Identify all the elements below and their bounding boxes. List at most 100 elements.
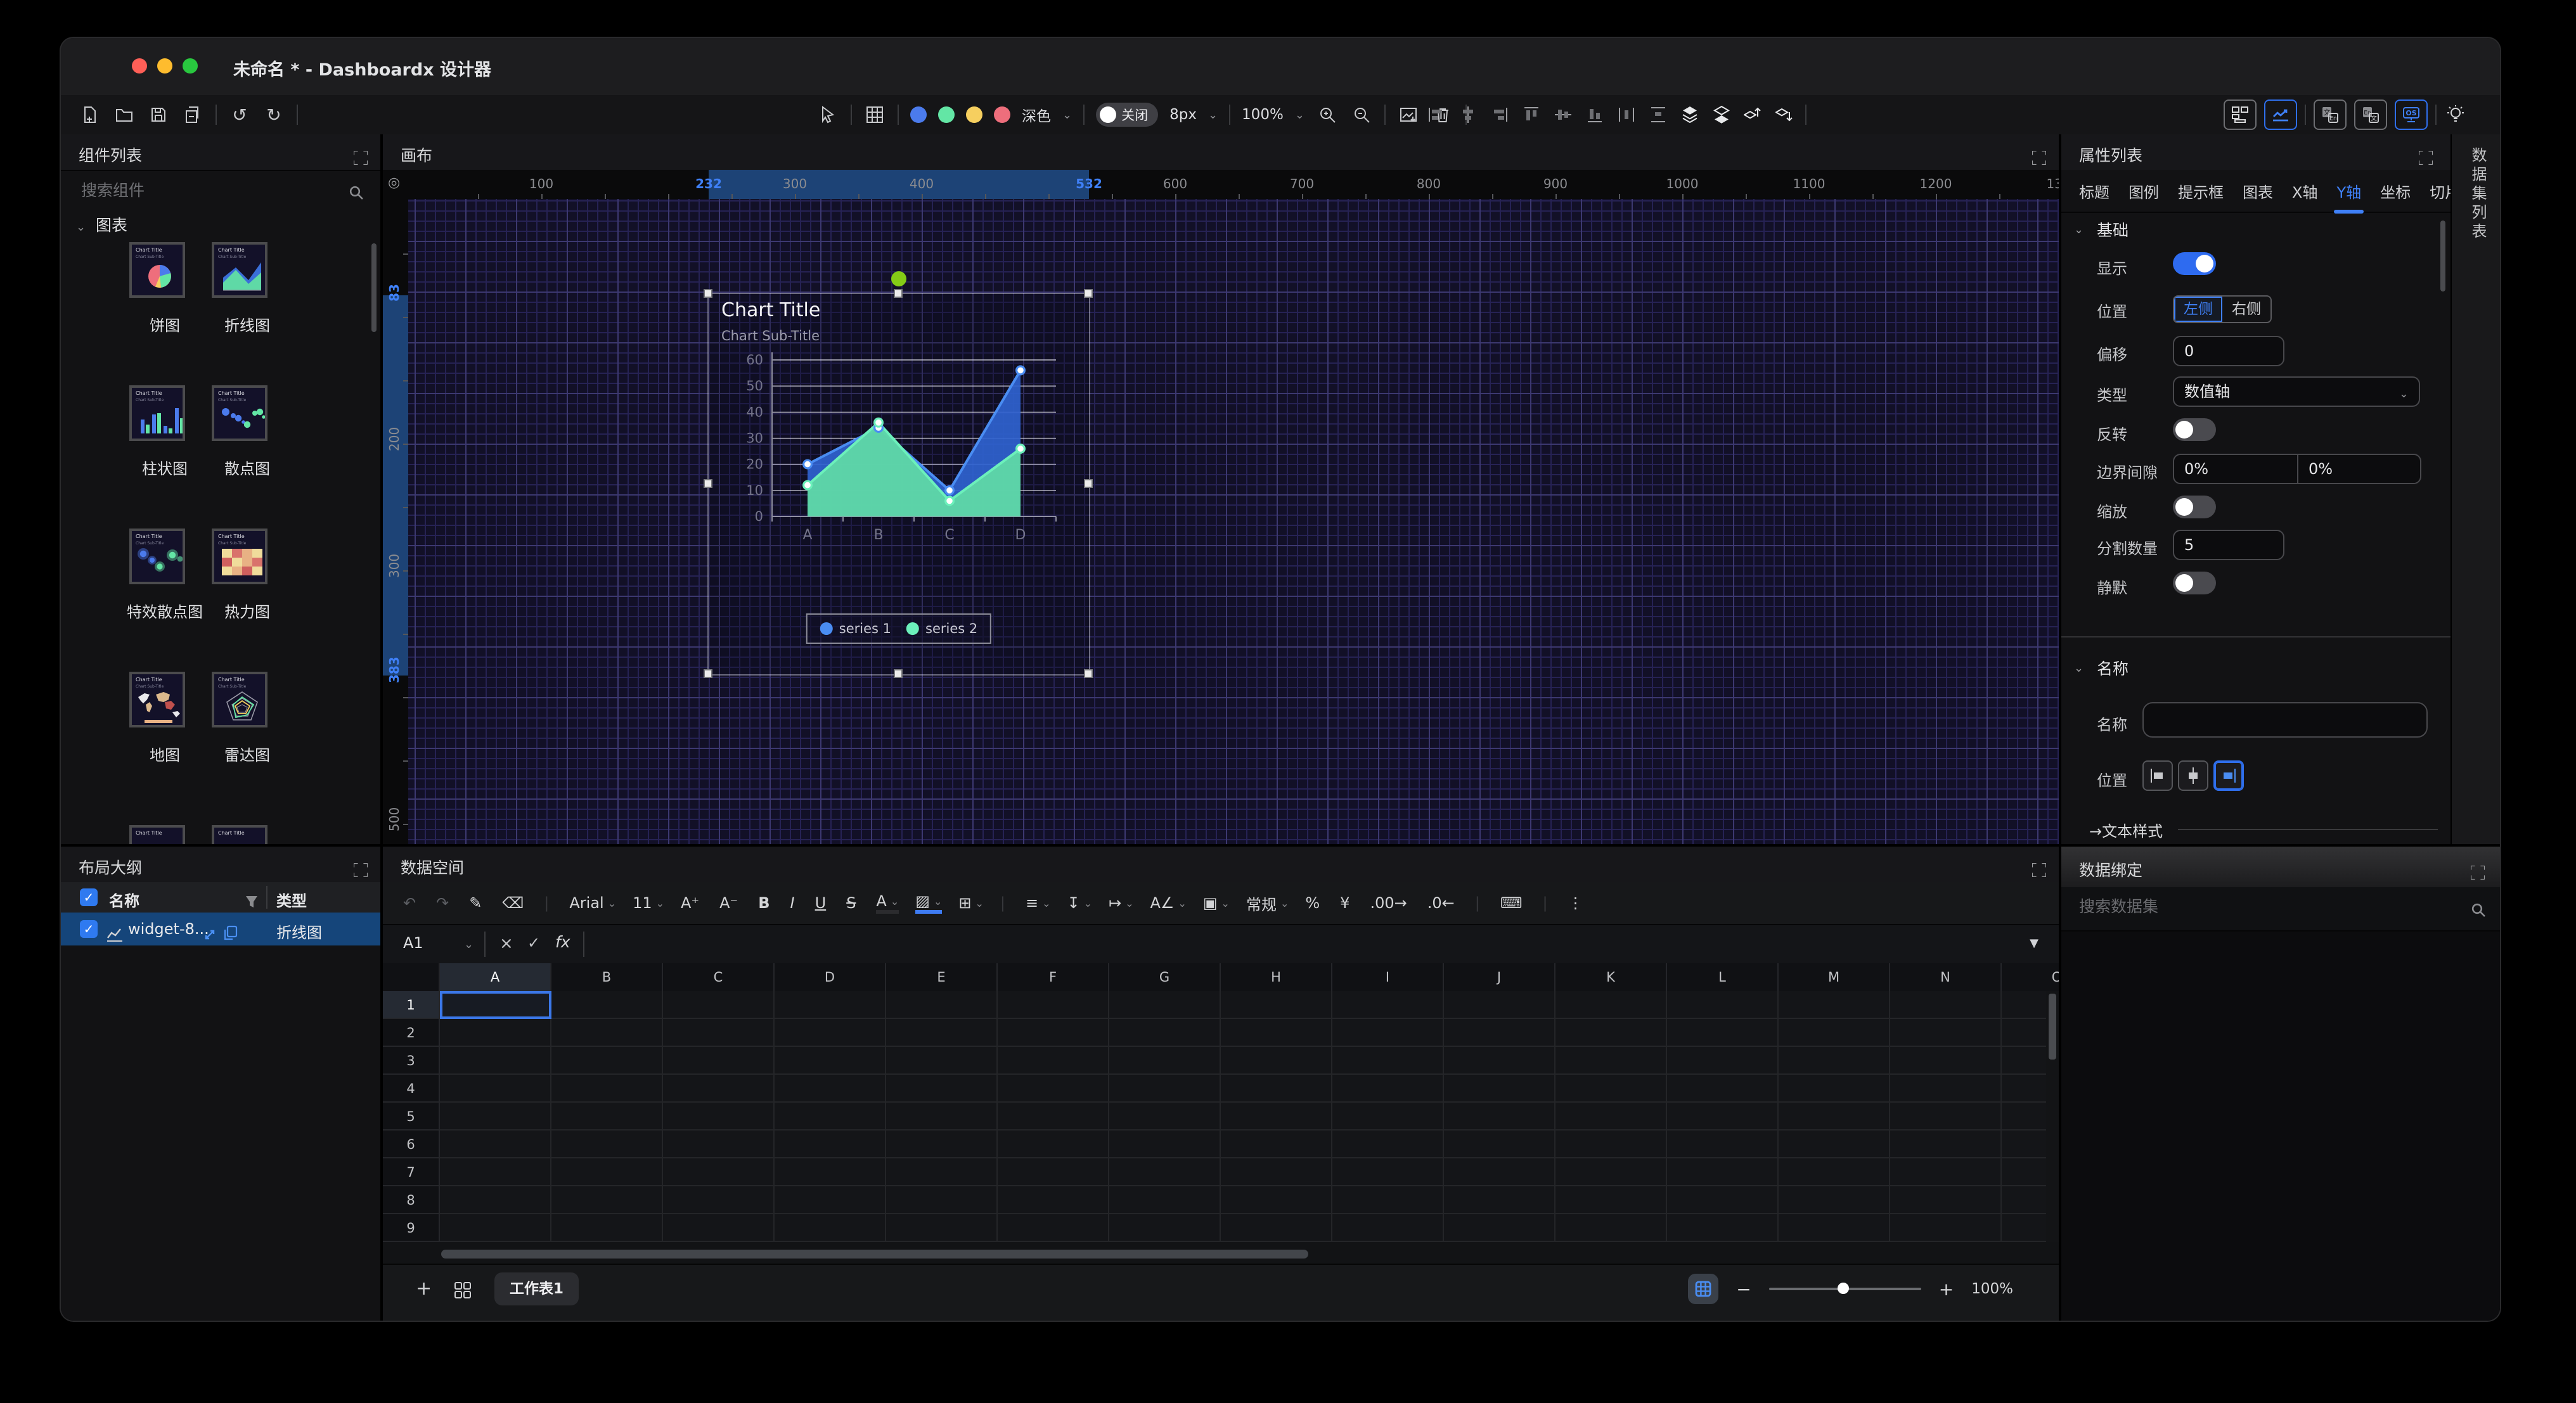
chart-legend[interactable]: series 1series 2	[806, 613, 991, 644]
row-checkbox[interactable]: ✓	[80, 920, 98, 938]
spreadsheet-toolbar-item[interactable]: S	[846, 894, 860, 912]
translate-to-en-button[interactable]: 文En	[2314, 99, 2347, 130]
palette-color-yellow[interactable]	[966, 106, 982, 123]
spreadsheet-toolbar-item[interactable]: A∠⌄	[1150, 894, 1187, 912]
row-header-6[interactable]: 6	[383, 1131, 440, 1158]
name-position-middle-button[interactable]	[2178, 760, 2208, 791]
dataset-search-input[interactable]	[2077, 896, 2437, 917]
save-as-icon[interactable]	[181, 103, 204, 126]
resize-handle-ne[interactable]	[1084, 289, 1093, 298]
distribute-vertical-icon[interactable]	[1647, 103, 1670, 126]
layout-mode-button[interactable]	[2224, 99, 2257, 130]
spreadsheet-toolbar-item[interactable]: |	[1542, 894, 1551, 912]
ruler-origin-icon[interactable]: ◎	[388, 175, 400, 191]
resize-handle-e[interactable]	[1084, 479, 1093, 488]
column-header-F[interactable]: F	[998, 963, 1109, 991]
spreadsheet-toolbar-item[interactable]: ⋮	[1568, 894, 1587, 912]
spreadsheet-toolbar-item[interactable]: ↦⌄	[1109, 894, 1134, 912]
zoom-slider-knob[interactable]	[1838, 1283, 1849, 1294]
align-left-icon[interactable]	[1425, 103, 1448, 126]
align-center-horizontal-icon[interactable]	[1457, 103, 1479, 126]
component-card-line[interactable]: Chart TitleChart Sub-Title	[212, 242, 267, 298]
column-type-header[interactable]: 类型	[276, 888, 307, 911]
spreadsheet-toolbar-item[interactable]: ≡⌄	[1026, 894, 1051, 912]
resize-handle-w[interactable]	[704, 479, 712, 488]
spreadsheet-toolbar-item[interactable]: .00→	[1370, 894, 1410, 912]
name-position-start-button[interactable]	[2142, 760, 2173, 791]
dataset-list-strip[interactable]: 数据集列表	[2450, 134, 2500, 844]
os-theme-button[interactable]: OS	[2395, 99, 2428, 130]
export-image-icon[interactable]	[1397, 103, 1420, 126]
spreadsheet-toolbar-item[interactable]: |	[544, 894, 553, 912]
chart-section-header[interactable]: ⌄ 图表	[76, 213, 127, 236]
spreadsheet-toolbar-item[interactable]: .0←	[1427, 894, 1459, 912]
show-toggle[interactable]	[2173, 252, 2216, 275]
add-sheet-button[interactable]: +	[416, 1278, 432, 1300]
spreadsheet-toolbar-item[interactable]: I	[790, 894, 799, 912]
fx-icon[interactable]: fx	[555, 933, 570, 951]
column-header-L[interactable]: L	[1667, 963, 1779, 991]
expand-panel-icon[interactable]	[2032, 858, 2046, 872]
column-header-N[interactable]: N	[1890, 963, 2002, 991]
properties-tab[interactable]: 坐标	[2380, 180, 2411, 202]
spreadsheet-toolbar-item[interactable]: B	[758, 894, 773, 912]
axis-type-select[interactable]: 数值轴 ⌄	[2173, 376, 2420, 407]
resize-handle-s[interactable]	[894, 669, 903, 678]
spreadsheet-toolbar-item[interactable]: U	[815, 894, 830, 912]
offset-input[interactable]	[2173, 336, 2284, 366]
component-card-heatmap[interactable]: Chart TitleChart Sub-Title	[212, 529, 267, 584]
row-header-5[interactable]: 5	[383, 1103, 440, 1131]
pointer-tool-icon[interactable]	[816, 103, 839, 126]
row-header-8[interactable]: 8	[383, 1186, 440, 1214]
formula-input[interactable]	[596, 930, 1970, 951]
column-name-header[interactable]: 名称	[109, 888, 139, 911]
axis-name-input[interactable]	[2142, 702, 2428, 738]
send-to-back-icon[interactable]	[1710, 103, 1733, 126]
properties-tab[interactable]: X轴	[2292, 180, 2317, 202]
rotate-handle[interactable]	[891, 271, 906, 286]
scale-toggle[interactable]	[2173, 496, 2216, 518]
theme-lightbulb-icon[interactable]	[2444, 103, 2467, 126]
boundary-gap-inputs[interactable]: 0% 0%	[2173, 454, 2421, 484]
component-card-scatter[interactable]: Chart TitleChart Sub-Title	[212, 385, 267, 441]
row-header-9[interactable]: 9	[383, 1214, 440, 1242]
open-file-icon[interactable]	[113, 103, 136, 126]
sheet-tab[interactable]: 工作表1	[494, 1272, 579, 1305]
grid-icon[interactable]	[863, 103, 886, 126]
undo-icon[interactable]: ↺	[228, 103, 251, 126]
spreadsheet-toolbar-item[interactable]: A⌄	[876, 892, 899, 914]
spreadsheet-toolbar-item[interactable]: ↧⌄	[1067, 894, 1092, 912]
palette-color-red[interactable]	[994, 106, 1010, 123]
chevron-down-icon[interactable]: ⌄	[464, 938, 473, 951]
column-header-B[interactable]: B	[551, 963, 663, 991]
cancel-formula-icon[interactable]: ×	[499, 934, 513, 953]
row-header-2[interactable]: 2	[383, 1019, 440, 1047]
snap-toggle[interactable]: 关闭	[1096, 103, 1158, 127]
resize-handle-sw[interactable]	[704, 669, 712, 678]
column-header-O[interactable]: O	[2002, 963, 2059, 991]
spreadsheet-toolbar-item[interactable]: |	[1000, 894, 1009, 912]
spreadsheet-toolbar-item[interactable]: %	[1305, 894, 1323, 912]
spreadsheet-toolbar-item[interactable]: A⁻	[719, 894, 742, 912]
spreadsheet-toolbar-item[interactable]: ↷	[436, 894, 453, 912]
canvas-grid[interactable]: Chart Title Chart Sub-Title 010203040506…	[408, 199, 2059, 844]
spreadsheet-toolbar-item[interactable]: 常规⌄	[1246, 892, 1289, 914]
row-header-3[interactable]: 3	[383, 1047, 440, 1075]
close-window-button[interactable]	[132, 58, 147, 74]
resize-handle-se[interactable]	[1084, 669, 1093, 678]
spreadsheet-toolbar-item[interactable]: ¥	[1340, 894, 1353, 912]
spreadsheet-toolbar-item[interactable]: ⌫	[502, 894, 527, 912]
column-header-I[interactable]: I	[1332, 963, 1444, 991]
sheet-grid[interactable]	[440, 991, 2046, 1242]
copy-icon[interactable]	[223, 921, 237, 935]
sheet-vscrollbar[interactable]	[2046, 991, 2059, 1242]
text-style-link[interactable]: →文本样式	[2089, 819, 2163, 841]
component-card-radar[interactable]: Chart TitleChart Sub-Title	[212, 672, 267, 727]
spreadsheet-toolbar-item[interactable]: ↶	[403, 894, 420, 912]
expand-panel-icon[interactable]	[2419, 146, 2433, 160]
row-header-7[interactable]: 7	[383, 1158, 440, 1186]
expand-panel-icon[interactable]	[2032, 146, 2046, 160]
expand-panel-icon[interactable]	[354, 858, 368, 872]
expand-panel-icon[interactable]	[354, 146, 368, 160]
align-middle-vertical-icon[interactable]	[1552, 103, 1575, 126]
